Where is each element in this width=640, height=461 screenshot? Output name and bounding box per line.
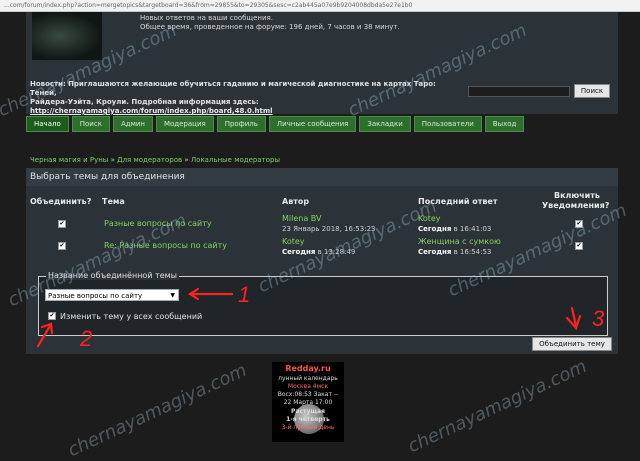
annotation-label-2: 2 bbox=[79, 326, 92, 351]
arrow-2 bbox=[36, 324, 52, 348]
annotation-label-3: 3 bbox=[592, 306, 605, 331]
annotation-label-1: 1 bbox=[238, 282, 250, 307]
